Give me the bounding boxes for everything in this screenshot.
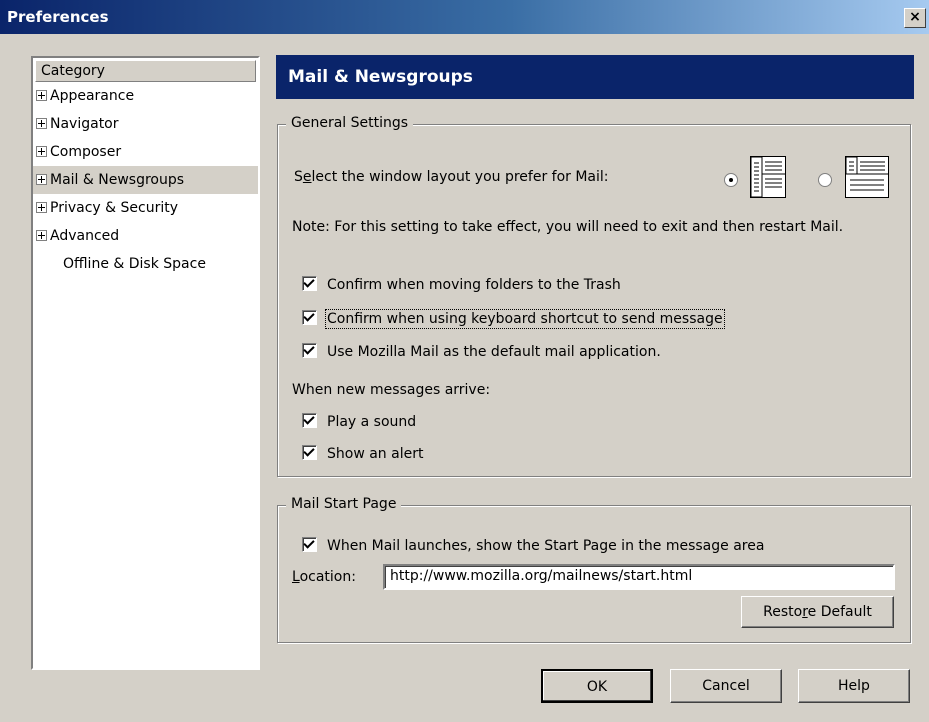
restart-note: Note: For this setting to take effect, y… [292,219,844,235]
window-title: Preferences [7,8,109,26]
expand-plus-icon[interactable] [36,229,47,241]
layout-wide-svg [845,156,888,191]
expand-plus-icon[interactable] [36,173,47,185]
confirm-trash-label: Confirm when moving folders to the Trash [327,277,621,293]
tree-item-composer[interactable]: Composer [33,138,258,166]
general-settings-title: General Settings [286,115,414,131]
general-settings-group: General Settings Select the window layou… [277,115,911,477]
ok-button[interactable]: OK [541,669,653,703]
panel-title: Mail & Newsgroups [276,55,914,99]
category-header[interactable]: Category [35,60,256,82]
play-sound-checkbox[interactable] [302,413,317,428]
expand-plus-icon[interactable] [36,89,47,101]
confirm-send-row[interactable]: Confirm when using keyboard shortcut to … [302,309,725,329]
cancel-button[interactable]: Cancel [670,669,782,703]
default-mail-checkbox[interactable] [302,343,317,358]
confirm-send-checkbox[interactable] [302,310,317,325]
expand-plus-icon[interactable] [36,145,47,157]
tree-item-label: Offline & Disk Space [63,256,206,272]
expand-plus-icon[interactable] [36,201,47,213]
category-tree[interactable]: Category Appearance Navigator Composer M… [31,56,260,670]
close-button[interactable]: × [904,8,926,28]
layout-wide-radio[interactable] [818,173,832,187]
layout-classic-radio[interactable] [724,173,738,187]
title-bar: Preferences × [0,0,929,34]
help-button[interactable]: Help [798,669,910,703]
start-page-label: When Mail launches, show the Start Page … [327,538,765,554]
tree-item-mail-newsgroups[interactable]: Mail & Newsgroups [33,166,258,194]
default-mail-row[interactable]: Use Mozilla Mail as the default mail app… [302,343,661,360]
mail-start-page-title: Mail Start Page [286,496,402,512]
tree-item-label: Privacy & Security [50,200,178,216]
expand-plus-icon[interactable] [36,117,47,129]
show-alert-label: Show an alert [327,446,424,462]
layout-classic-svg [750,156,785,198]
tree-item-label: Navigator [50,116,119,132]
tree-item-offline-disk-space[interactable]: Offline & Disk Space [33,250,258,278]
tree-item-privacy-security[interactable]: Privacy & Security [33,194,258,222]
show-alert-checkbox[interactable] [302,445,317,460]
layout-classic-icon[interactable] [750,156,786,198]
start-page-checkbox[interactable] [302,537,317,552]
tree-item-label: Composer [50,144,122,160]
restore-default-button[interactable]: Restore Default [741,596,894,628]
new-messages-label: When new messages arrive: [292,382,491,398]
tree-item-navigator[interactable]: Navigator [33,110,258,138]
location-label: Location: [292,569,356,585]
tree-item-appearance[interactable]: Appearance [33,82,258,110]
play-sound-row[interactable]: Play a sound [302,413,417,430]
close-icon: × [909,9,921,25]
layout-label: Select the window layout you prefer for … [294,169,609,185]
location-input[interactable]: http://www.mozilla.org/mailnews/start.ht… [383,564,895,590]
confirm-send-label: Confirm when using keyboard shortcut to … [325,309,725,329]
default-mail-label: Use Mozilla Mail as the default mail app… [327,344,661,360]
confirm-trash-checkbox[interactable] [302,276,317,291]
tree-item-label: Mail & Newsgroups [50,172,185,188]
tree-item-advanced[interactable]: Advanced [33,222,258,250]
layout-row: Select the window layout you prefer for … [294,169,609,185]
mail-start-page-group: Mail Start Page When Mail launches, show… [277,496,911,643]
show-alert-row[interactable]: Show an alert [302,445,424,462]
tree-item-label: Appearance [50,88,135,104]
layout-wide-icon[interactable] [845,156,889,198]
confirm-trash-row[interactable]: Confirm when moving folders to the Trash [302,276,621,293]
tree-item-label: Advanced [50,228,120,244]
start-page-row[interactable]: When Mail launches, show the Start Page … [302,537,765,554]
play-sound-label: Play a sound [327,414,417,430]
